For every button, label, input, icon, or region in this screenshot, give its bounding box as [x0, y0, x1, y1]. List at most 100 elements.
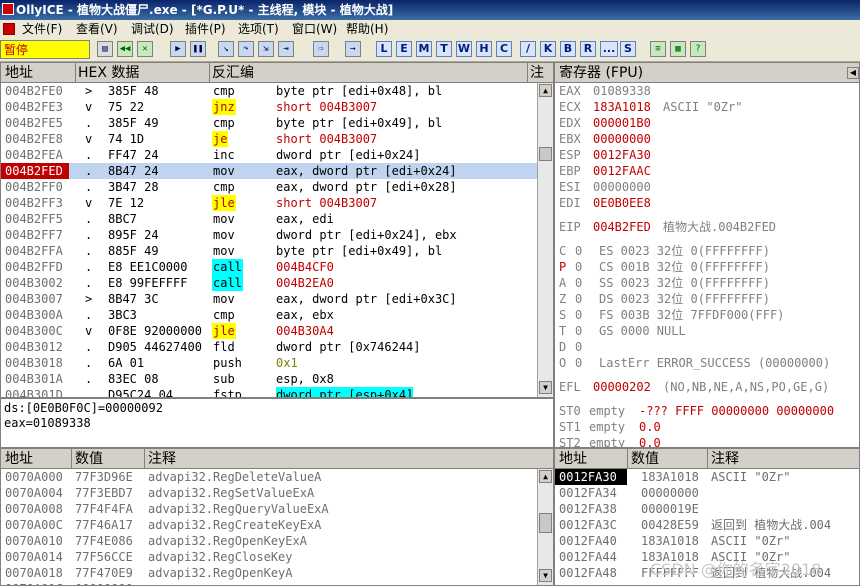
fpu-row[interactable]: ST1 empty 0.0	[555, 419, 859, 435]
flag-row[interactable]: P 0 CS 001B 32位 0(FFFFFFFF)	[555, 259, 859, 275]
menu-help[interactable]: 帮助(H)	[346, 20, 388, 38]
disasm-row[interactable]: 004B3012. D905 44627400 fld dword ptr [0x74…	[1, 339, 537, 355]
dump-col-value-header[interactable]: 数值	[71, 449, 103, 469]
toolbar-runtrace-button[interactable]: ...	[600, 41, 618, 57]
register-row[interactable]: EAX 01089338	[555, 83, 859, 99]
toolbar-threads-button[interactable]: T	[436, 41, 452, 57]
pause-icon[interactable]: ❚❚	[190, 41, 206, 57]
register-row[interactable]: ESP 0012FA30	[555, 147, 859, 163]
dump-scroll-up-icon[interactable]: ▲	[539, 470, 552, 483]
disasm-row[interactable]: 004B2FF3 v 7E 12 jle short 004B3007	[1, 195, 537, 211]
disassembly-scrollbar[interactable]: ▲ ▼	[537, 83, 553, 397]
dump-row[interactable]: 0070A004 77F3EBD7 advapi32.RegSetValueExA	[1, 485, 537, 501]
toolbar-patches-button[interactable]: /	[520, 41, 536, 57]
menu-file[interactable]: 文件(F)	[22, 20, 62, 38]
menu-app-icon[interactable]	[3, 23, 15, 35]
disasm-row[interactable]: 004B3002. E8 99FEFFFF call 004B2EA0	[1, 275, 537, 291]
flag-row[interactable]: T 0 GS 0000 NULL	[555, 323, 859, 339]
scroll-down-icon[interactable]: ▼	[539, 381, 552, 394]
dump-row[interactable]: 0070A000 77F3D96E advapi32.RegDeleteValueA	[1, 469, 537, 485]
disasm-row[interactable]: 004B3007 >8B47 3C mov eax, dword ptr [edi+0…	[1, 291, 537, 307]
dump-scrollbar[interactable]: ▲ ▼	[537, 469, 553, 585]
dump-scrollbar-thumb[interactable]	[539, 513, 552, 533]
menu-window[interactable]: 窗口(W)	[292, 20, 337, 38]
flag-row[interactable]: C 0 ES 0023 32位 0(FFFFFFFF)	[555, 243, 859, 259]
fpu-row[interactable]: ST0 empty -??? FFFF 00000000 00000000	[555, 403, 859, 419]
run-icon[interactable]: ▶	[170, 41, 186, 57]
fpu-row[interactable]: ST2 empty 0.0	[555, 435, 859, 447]
scrollbar-thumb[interactable]	[539, 147, 552, 161]
disasm-row[interactable]: 004B2FEA. FF47 24 inc dword ptr [edi+0x24]	[1, 147, 537, 163]
collapse-icon[interactable]: ◀	[847, 67, 859, 79]
col-hex-header[interactable]: HEX 数据	[75, 63, 139, 83]
grid-icon[interactable]: ▦	[670, 41, 686, 57]
flag-row[interactable]: S 0 FS 003B 32位 7FFDF000(FFF)	[555, 307, 859, 323]
disasm-row[interactable]: 004B2FFD. E8 EE1C0000 call 004B4CF0	[1, 259, 537, 275]
dump-scroll-down-icon[interactable]: ▼	[539, 569, 552, 582]
disasm-row[interactable]: 004B301A. 83EC 08 sub esp, 0x8	[1, 371, 537, 387]
dump-row[interactable]: 0070A00C 77F46A17 advapi32.RegCreateKeyExA	[1, 517, 537, 533]
toolbar-callstack-button[interactable]: K	[540, 41, 556, 57]
eip-row[interactable]: EIP 004B2FED 植物大战.004B2FED	[555, 219, 859, 235]
disasm-row[interactable]: 004B2FF7. 895F 24 mov dword ptr [edi+0x24],…	[1, 227, 537, 243]
toolbar-breakpoints-button[interactable]: B	[560, 41, 576, 57]
register-row[interactable]: EBX 00000000	[555, 131, 859, 147]
col-address-header[interactable]: 地址	[5, 63, 33, 83]
disasm-row[interactable]: 004B3018. 6A 01 push 0x1	[1, 355, 537, 371]
disasm-row[interactable]: 004B301D. D95C24 04 fstp dword ptr [esp+0x4…	[1, 387, 537, 397]
toolbar-cpu-button[interactable]: C	[496, 41, 512, 57]
dump-row[interactable]: 0070A018 77F470E9 advapi32.RegOpenKeyA	[1, 565, 537, 581]
dump-row[interactable]: 0070A014 77F56CCE advapi32.RegCloseKey	[1, 549, 537, 565]
flag-row[interactable]: O 0 LastErr ERROR_SUCCESS (00000000)	[555, 355, 859, 371]
dump-row[interactable]: 0070A01C 00000000	[1, 581, 537, 585]
stack-row[interactable]: 0012FA38 0000019E	[555, 501, 859, 517]
disasm-row[interactable]: 004B2FE3 v 75 22 jnz short 004B3007	[1, 99, 537, 115]
stack-row[interactable]: 0012FA40 183A1018 ASCII "0Zr"	[555, 533, 859, 549]
restart-icon[interactable]: ◀◀	[117, 41, 133, 57]
toolbar-modules-button[interactable]: E	[396, 41, 412, 57]
col-disasm-header[interactable]: 反汇编	[209, 63, 254, 83]
dump-col-comment-header[interactable]: 注释	[144, 449, 176, 469]
register-row[interactable]: ECX 183A1018 ASCII "0Zr"	[555, 99, 859, 115]
menu-options[interactable]: 选项(T)	[238, 20, 279, 38]
disasm-row[interactable]: 004B2FFA. 885F 49 mov byte ptr [edi+0x49], …	[1, 243, 537, 259]
goto-icon[interactable]: →	[345, 41, 361, 57]
disasm-row[interactable]: 004B2FE8 v 74 1D je short 004B3007	[1, 131, 537, 147]
disasm-row[interactable]: 004B2FED. 8B47 24 mov eax, dword ptr [edi+0…	[1, 163, 537, 179]
menu-view[interactable]: 查看(V)	[76, 20, 118, 38]
disasm-row[interactable]: 004B300A. 3BC3 cmp eax, ebx	[1, 307, 537, 323]
col-comment-header[interactable]: 注	[527, 63, 544, 83]
toolbar-windows-button[interactable]: W	[456, 41, 472, 57]
execute-till-return-icon[interactable]: ⇨	[313, 41, 329, 57]
stack-col-comment-header[interactable]: 注释	[707, 449, 739, 469]
register-row[interactable]: ESI 00000000	[555, 179, 859, 195]
flag-row[interactable]: A 0 SS 0023 32位 0(FFFFFFFF)	[555, 275, 859, 291]
help-icon[interactable]: ?	[690, 41, 706, 57]
stack-col-value-header[interactable]: 数值	[627, 449, 659, 469]
dump-row[interactable]: 0070A008 77F4F4FA advapi32.RegQueryValueEx…	[1, 501, 537, 517]
stack-col-address-header[interactable]: 地址	[559, 449, 587, 469]
dump-col-address-header[interactable]: 地址	[5, 449, 33, 469]
step-over-icon[interactable]: ↷	[238, 41, 254, 57]
flag-row[interactable]: D0	[555, 339, 859, 355]
disasm-row[interactable]: 004B2FF5. 8BC7 mov eax, edi	[1, 211, 537, 227]
stack-row[interactable]: 0012FA3C 00428E59 返回到 植物大战.004	[555, 517, 859, 533]
toolbar-memory-button[interactable]: M	[416, 41, 432, 57]
stack-row[interactable]: 0012FA30 183A1018 ASCII "0Zr"	[555, 469, 859, 485]
menu-debug[interactable]: 调试(D)	[131, 20, 174, 38]
toolbar-references-button[interactable]: R	[580, 41, 596, 57]
dump-row[interactable]: 0070A010 77F4E086 advapi32.RegOpenKeyExA	[1, 533, 537, 549]
toolbar-handles-button[interactable]: H	[476, 41, 492, 57]
disasm-row[interactable]: 004B2FF0. 3B47 28 cmp eax, dword ptr [edi+0…	[1, 179, 537, 195]
registers-title[interactable]: 寄存器 (FPU)	[559, 63, 643, 83]
toolbar-log-button[interactable]: L	[376, 41, 392, 57]
open-icon[interactable]: ▤	[97, 41, 113, 57]
flag-row[interactable]: Z 0 DS 0023 32位 0(FFFFFFFF)	[555, 291, 859, 307]
efl-row[interactable]: EFL 00000202 (NO,NB,NE,A,NS,PO,GE,G)	[555, 379, 859, 395]
list-icon[interactable]: ≡	[650, 41, 666, 57]
register-row[interactable]: EDX 000001B0	[555, 115, 859, 131]
register-row[interactable]: EBP 0012FAAC	[555, 163, 859, 179]
disasm-row[interactable]: 004B300C v 0F8E 92000000 jle 004B30A4	[1, 323, 537, 339]
register-row[interactable]: EDI 0E0B0EE8	[555, 195, 859, 211]
menu-plugins[interactable]: 插件(P)	[185, 20, 226, 38]
